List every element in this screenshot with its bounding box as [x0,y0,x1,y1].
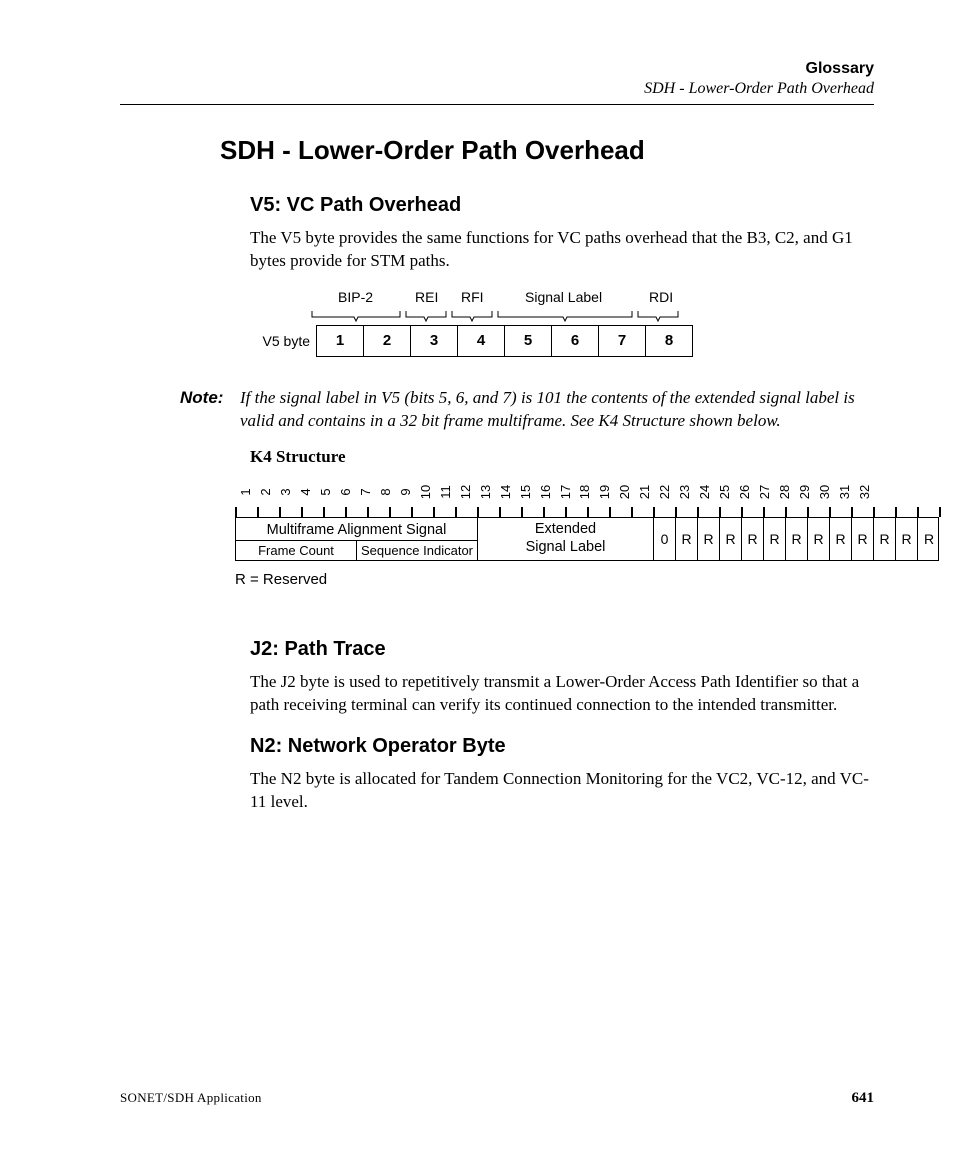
k4-cell: R [852,518,874,560]
j2-text: The J2 byte is used to repetitively tran… [250,671,874,717]
k4-mas-label: Multiframe Alignment Signal [236,518,477,540]
k4-cell: R [676,518,698,560]
k4-esl-label: ExtendedSignal Label [478,518,654,560]
header-rule [120,104,874,105]
k4-cell: R [786,518,808,560]
v5-bit-cell: 7 [599,325,646,357]
v5-label-rfi: RFI [461,289,484,305]
v5-bit-cell: 6 [552,325,599,357]
v5-bit-cell: 3 [411,325,458,357]
note-text: If the signal label in V5 (bits 5, 6, an… [240,387,874,433]
v5-bit-cell: 8 [646,325,693,357]
v5-label-rei: REI [415,289,438,305]
k4-legend: R = Reserved [235,571,874,588]
v5-row-label: V5 byte [250,333,316,349]
k4-cell: 0 [654,518,676,560]
k4-cell: R [764,518,786,560]
k4-cell: R [698,518,720,560]
k4-framecount-label: Frame Count [236,541,357,560]
j2-heading: J2: Path Trace [250,638,874,661]
v5-label-signal: Signal Label [525,289,602,305]
k4-cell: R [720,518,742,560]
note-label: Note: [180,387,240,433]
k4-cell: R [896,518,918,560]
page-heading: SDH - Lower-Order Path Overhead [220,135,874,166]
k4-title: K4 Structure [250,447,874,467]
v5-bit-cell: 4 [458,325,505,357]
v5-diagram: BIP-2 REI RFI Signal Label RDI V5 byte 1… [250,289,874,357]
header-subtitle: SDH - Lower-Order Path Overhead [120,80,874,98]
v5-label-rdi: RDI [649,289,673,305]
k4-cell: R [874,518,896,560]
k4-cell: R [808,518,830,560]
v5-label-bip2: BIP-2 [338,289,373,305]
n2-text: The N2 byte is allocated for Tandem Conn… [250,768,874,814]
n2-heading: N2: Network Operator Byte [250,735,874,758]
v5-bit-cell: 2 [364,325,411,357]
k4-cell: R [830,518,852,560]
header-title: Glossary [120,60,874,78]
k4-cell: R [742,518,764,560]
v5-bit-cell: 1 [316,325,364,357]
k4-diagram: 1234567891011121314151617181920212223242… [235,479,874,588]
k4-seqind-label: Sequence Indicator [357,541,477,560]
v5-text: The V5 byte provides the same functions … [250,227,874,273]
k4-cell: R [918,518,940,560]
v5-bit-cell: 5 [505,325,552,357]
v5-heading: V5: VC Path Overhead [250,194,874,217]
footer-page: 641 [852,1090,875,1107]
k4-bit-number: 32 [851,482,877,502]
footer-app: SONET/SDH Application [120,1090,262,1107]
